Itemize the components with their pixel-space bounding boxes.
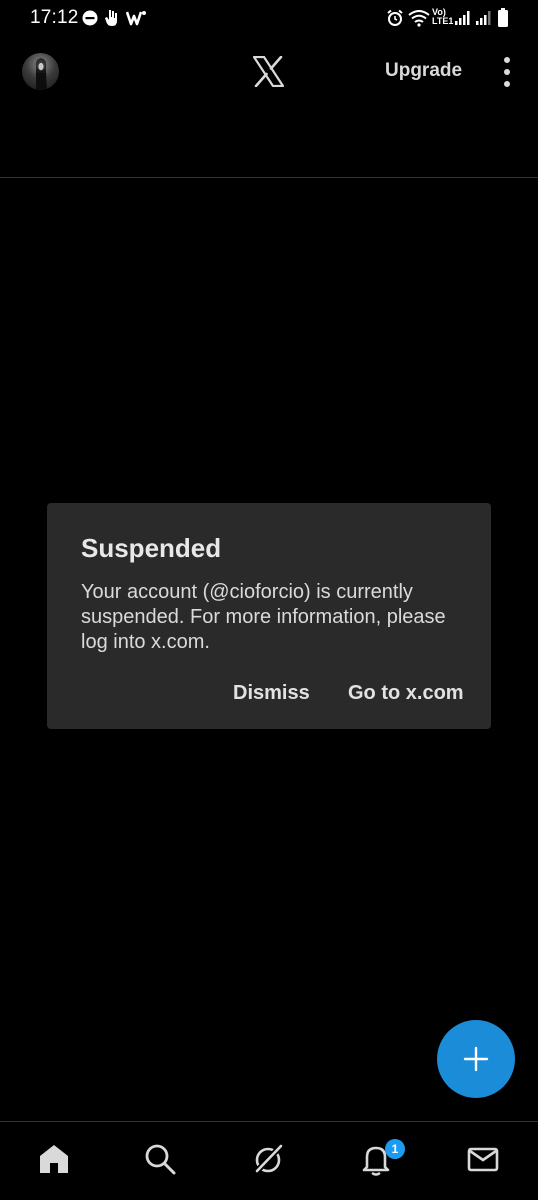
signal-icon-2 xyxy=(476,11,491,25)
app-header: Upgrade xyxy=(0,36,538,178)
avatar[interactable] xyxy=(22,53,59,90)
dialog-message: Your account (@cioforcio) is currently s… xyxy=(81,581,446,653)
dialog-title: Suspended xyxy=(81,533,222,563)
app-w-icon xyxy=(126,11,146,26)
x-logo-icon xyxy=(253,56,284,87)
notifications-badge: 1 xyxy=(385,1139,405,1159)
battery-icon xyxy=(498,8,508,27)
status-time: 17:12 xyxy=(30,7,79,28)
network-type-label: Vo) LTE1 xyxy=(432,7,454,26)
hand-icon xyxy=(105,10,117,26)
go-to-xcom-button[interactable]: Go to x.com xyxy=(348,682,464,705)
upgrade-button[interactable]: Upgrade xyxy=(385,60,462,82)
signal-icon xyxy=(455,11,470,25)
more-options-icon[interactable] xyxy=(500,56,514,88)
profile-photo xyxy=(35,58,47,90)
status-bar: 17:12 Vo) LTE1 xyxy=(0,0,538,36)
do-not-disturb-icon xyxy=(82,10,98,26)
compose-button[interactable] xyxy=(437,1020,515,1098)
bottom-nav xyxy=(0,1121,538,1200)
suspended-dialog: Suspended Your account (@cioforcio) is c… xyxy=(47,503,491,729)
alarm-icon xyxy=(387,9,403,26)
grok-icon[interactable] xyxy=(252,1142,286,1176)
home-icon[interactable] xyxy=(37,1142,71,1176)
plus-icon xyxy=(463,1046,489,1072)
dismiss-button[interactable]: Dismiss xyxy=(233,682,310,705)
search-icon[interactable] xyxy=(143,1142,177,1176)
messages-icon[interactable] xyxy=(466,1142,500,1176)
wifi-icon xyxy=(408,10,430,27)
